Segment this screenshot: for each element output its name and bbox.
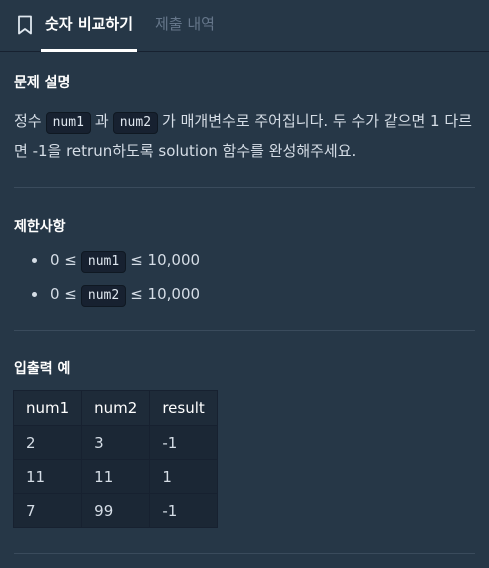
table-cell: 11 <box>12 459 83 494</box>
table-cell: 1 <box>149 459 218 494</box>
constraint-suffix: ≤ 10,000 <box>130 251 201 269</box>
constraint-item: 0 ≤ num1 ≤ 10,000 <box>31 243 201 277</box>
code-num1: num1 <box>80 251 127 273</box>
desc-text: 정수 <box>14 112 42 130</box>
table-row: 2 3 -1 <box>12 425 218 460</box>
problem-description: 정수 num1 과 num2 가 매개변수로 주어집니다. 두 수가 같으면 1 다르면… <box>14 106 476 166</box>
divider <box>14 330 475 331</box>
table-cell: 2 <box>12 425 83 460</box>
tab-submissions[interactable]: 제출 내역 <box>155 14 215 52</box>
table-header-row: num1 num2 result <box>12 390 218 426</box>
tab-problem[interactable]: 숫자 비교하기 <box>40 14 138 52</box>
desc-text: 과 <box>94 112 109 130</box>
divider <box>14 553 475 554</box>
column-header: result <box>149 390 218 426</box>
table-row: 11 11 1 <box>12 459 218 494</box>
problem-description-title: 문제 설명 <box>14 75 71 91</box>
column-header: num1 <box>12 390 83 426</box>
code-num1: num1 <box>45 112 91 134</box>
constraints-title: 제한사항 <box>14 219 66 235</box>
column-header: num2 <box>81 390 151 426</box>
table-row: 7 99 -1 <box>12 493 218 528</box>
table-cell: 11 <box>81 459 151 494</box>
examples-title: 입출력 예 <box>14 361 71 377</box>
code-num2: num2 <box>80 285 127 307</box>
tab-bar: 숫자 비교하기 제출 내역 <box>0 0 489 52</box>
table-cell: 99 <box>81 493 151 528</box>
constraint-item: 0 ≤ num2 ≤ 10,000 <box>31 277 201 311</box>
code-num2: num2 <box>112 112 159 134</box>
table-cell: 7 <box>12 493 83 528</box>
table-cell: -1 <box>149 493 218 528</box>
examples-table: num1 num2 result 2 3 -1 11 11 1 7 99 -1 <box>12 390 218 528</box>
table-cell: -1 <box>149 425 218 460</box>
constraint-prefix: 0 ≤ <box>50 285 77 303</box>
table-cell: 3 <box>81 425 151 460</box>
constraints-list: 0 ≤ num1 ≤ 10,000 0 ≤ num2 ≤ 10,000 <box>31 243 201 311</box>
constraint-prefix: 0 ≤ <box>50 251 77 269</box>
constraint-suffix: ≤ 10,000 <box>130 285 201 303</box>
divider <box>14 187 475 188</box>
bookmark-icon[interactable] <box>17 15 33 35</box>
